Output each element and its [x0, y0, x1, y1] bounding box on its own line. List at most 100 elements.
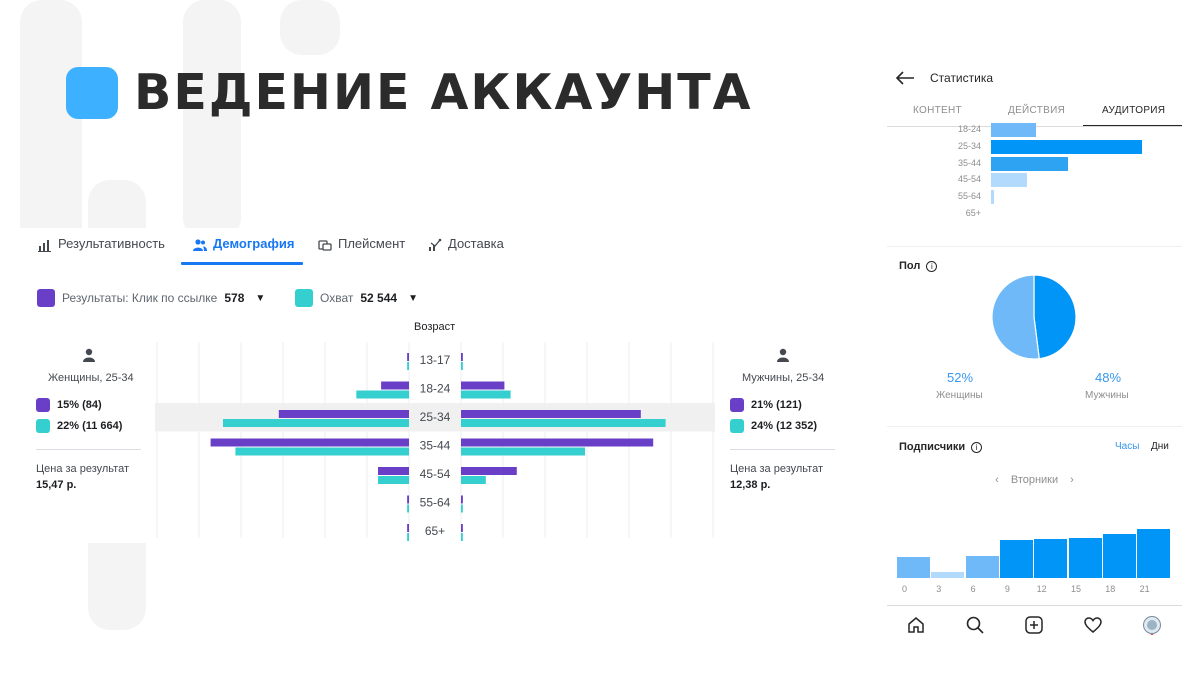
search-icon[interactable]: [965, 615, 985, 635]
profile-icon[interactable]: [1142, 615, 1162, 635]
hour-tick-label: 21: [1139, 584, 1150, 594]
tab-actions[interactable]: ДЕЙСТВИЯ: [1008, 105, 1065, 116]
age-tick-label: 65+: [425, 524, 445, 538]
men-cost-value: 12,38 р.: [730, 479, 771, 491]
men-reach-bar[interactable]: [461, 533, 463, 541]
tab-label: Доставка: [448, 236, 504, 251]
men-results-bar[interactable]: [461, 381, 505, 390]
info-icon[interactable]: i: [971, 441, 983, 453]
followers-title-text: Подписчики: [899, 441, 966, 453]
back-arrow-icon[interactable]: [895, 70, 915, 86]
men-reach-bar[interactable]: [461, 476, 486, 484]
hour-tick-label: 0: [901, 584, 907, 594]
women-slice[interactable]: [991, 274, 1040, 360]
tab-demographics[interactable]: Демография: [193, 236, 294, 264]
men-results-bar[interactable]: [461, 353, 463, 361]
age-tick-label: 18-24: [420, 382, 451, 396]
women-results-bar[interactable]: [407, 495, 409, 504]
men-results-bar[interactable]: [461, 467, 517, 475]
men-reach-value: 24% (12 352): [751, 420, 818, 432]
women-segment-name: Женщины, 25-34: [48, 372, 134, 384]
age-bar[interactable]: [991, 156, 1068, 171]
hour-tick-label: 18: [1105, 584, 1116, 594]
women-label: Женщины: [936, 390, 983, 401]
women-reach-bar[interactable]: [407, 533, 409, 541]
instagram-insights-panel: Статистика КОНТЕНТ ДЕЙСТВИЯ АУДИТОРИЯ 18…: [887, 60, 1182, 640]
women-reach-bar[interactable]: [378, 476, 409, 484]
divider: [36, 449, 141, 450]
age-bar[interactable]: [991, 139, 1142, 154]
background-stripe: [280, 0, 340, 55]
men-label: Мужчины: [1085, 390, 1129, 401]
women-results-bar[interactable]: [407, 524, 409, 532]
age-tick-label: 35-44: [957, 157, 981, 168]
men-results-bar[interactable]: [461, 495, 463, 504]
women-results-bar[interactable]: [407, 353, 409, 361]
women-reach-bar[interactable]: [407, 504, 409, 513]
men-reach-bar[interactable]: [461, 447, 585, 456]
women-percent: 52%: [947, 370, 974, 385]
legend-swatch: [37, 289, 55, 307]
chevron-right-icon[interactable]: ›: [1070, 474, 1074, 486]
men-reach-bar[interactable]: [461, 504, 463, 513]
followers-bar[interactable]: [1102, 534, 1136, 578]
followers-bar[interactable]: [999, 539, 1033, 578]
legend-results[interactable]: Результаты: Клик по ссылке 578 ▼: [37, 289, 265, 307]
men-slice[interactable]: [1033, 274, 1077, 360]
tab-placement[interactable]: Плейсмент: [318, 236, 405, 264]
followers-bar[interactable]: [897, 556, 930, 578]
women-reach-bar[interactable]: [356, 390, 409, 399]
women-results-bar[interactable]: [378, 467, 409, 475]
legend-swatch: [295, 289, 313, 307]
delivery-icon: [429, 238, 442, 251]
tab-delivery[interactable]: Доставка: [428, 236, 504, 264]
men-results-bar[interactable]: [461, 410, 641, 418]
tab-performance[interactable]: Результативность: [38, 236, 165, 264]
people-icon: [193, 239, 207, 251]
heart-icon[interactable]: [1083, 615, 1103, 635]
men-results-bar[interactable]: [461, 524, 463, 532]
followers-bar[interactable]: [1068, 537, 1102, 578]
legend-value: 52 544: [360, 291, 398, 305]
caret-down-icon: ▼: [408, 292, 418, 304]
hour-tick-label: 15: [1070, 584, 1081, 594]
age-bar[interactable]: [991, 173, 1028, 188]
tab-content[interactable]: КОНТЕНТ: [913, 105, 962, 116]
followers-bar[interactable]: [965, 555, 999, 578]
add-post-icon[interactable]: [1024, 615, 1044, 635]
women-cost-value: 15,47 р.: [36, 479, 77, 491]
bar-chart-icon: [38, 240, 51, 252]
age-bar[interactable]: [991, 123, 1037, 137]
toggle-hours[interactable]: Часы: [1115, 441, 1139, 452]
men-reach-row: 24% (12 352): [730, 419, 817, 433]
age-bar[interactable]: [991, 190, 995, 205]
followers-bar[interactable]: [931, 572, 965, 578]
women-results-bar[interactable]: [278, 410, 409, 418]
reach-swatch: [36, 419, 50, 433]
info-icon[interactable]: i: [926, 260, 938, 272]
women-results-bar[interactable]: [381, 381, 409, 390]
women-reach-row: 22% (11 664): [36, 419, 122, 433]
women-results-bar[interactable]: [210, 438, 409, 447]
chevron-left-icon[interactable]: ‹: [995, 474, 999, 486]
men-reach-bar[interactable]: [461, 419, 666, 427]
followers-bar[interactable]: [1137, 528, 1171, 578]
gender-title-text: Пол: [899, 260, 921, 272]
men-results-bar[interactable]: [461, 438, 654, 447]
day-label: Вторники: [1010, 474, 1059, 486]
section-divider: [887, 246, 1182, 247]
age-tick-label: 45-54: [957, 174, 981, 185]
women-reach-bar[interactable]: [223, 419, 409, 427]
tab-audience[interactable]: АУДИТОРИЯ: [1102, 105, 1165, 116]
women-reach-bar[interactable]: [235, 447, 409, 456]
followers-bar[interactable]: [1034, 538, 1068, 578]
age-tick-label: 55-64: [957, 191, 981, 202]
facebook-demographics-panel: Результативность Демография Плейсмент До…: [20, 228, 840, 543]
legend-reach[interactable]: Охват 52 544 ▼: [295, 289, 418, 307]
men-reach-bar[interactable]: [461, 362, 463, 370]
men-reach-bar[interactable]: [461, 390, 511, 399]
toggle-days[interactable]: Дни: [1151, 441, 1169, 452]
home-icon[interactable]: [906, 615, 926, 635]
women-reach-bar[interactable]: [407, 362, 409, 370]
women-results-value: 15% (84): [57, 399, 102, 411]
